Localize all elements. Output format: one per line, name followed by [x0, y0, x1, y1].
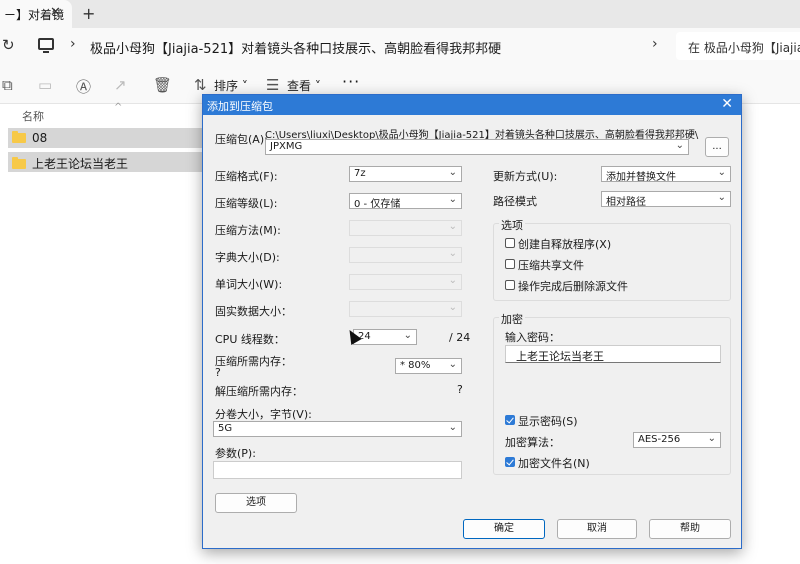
solid-select[interactable]: ⌄ — [349, 301, 462, 317]
dialog-title-bar: 添加到压缩包 ✕ — [203, 95, 741, 115]
mem-comp-select[interactable]: * 80% ⌄ — [395, 358, 462, 374]
sfx-label[interactable]: 创建自释放程序(X) — [518, 236, 611, 252]
update-label: 更新方式(U): — [493, 170, 558, 183]
format-select[interactable]: 7z ⌄ — [349, 166, 462, 182]
show-password-label[interactable]: 显示密码(S) — [518, 413, 578, 429]
volume-label: 分卷大小，字节(V): — [215, 408, 312, 421]
chevron-down-icon: ⌄ — [448, 248, 457, 259]
show-password-checkbox[interactable] — [505, 415, 515, 425]
delete-icon[interactable]: 🗑 — [153, 76, 172, 94]
level-label: 压缩等级(L): — [215, 197, 278, 210]
pathmode-label: 路径模式 — [493, 195, 537, 208]
browse-button[interactable]: ... — [705, 137, 729, 157]
sfx-checkbox[interactable] — [505, 238, 515, 248]
address-bar: ↻ › 极品小母狗【Jiajia-521】对着镜头各种口技展示、高朝脸看得我邦邦… — [0, 28, 800, 64]
address-path[interactable]: 极品小母狗【Jiajia-521】对着镜头各种口技展示、高朝脸看得我邦邦硬 — [90, 38, 501, 57]
chevron-right-icon[interactable]: › — [652, 36, 658, 52]
encrypt-names-checkbox[interactable] — [505, 457, 515, 467]
computer-icon[interactable] — [38, 38, 54, 53]
delete-source-label[interactable]: 操作完成后删除源文件 — [518, 278, 628, 294]
word-select[interactable]: ⌄ — [349, 274, 462, 290]
refresh-icon[interactable]: ↻ — [2, 36, 15, 54]
column-header-name[interactable]: 名称 — [22, 108, 44, 124]
mem-decomp-label: 解压缩所需内存： — [215, 385, 303, 398]
chevron-down-icon: ⌄ — [448, 302, 457, 313]
method-select[interactable]: ⌄ — [349, 220, 462, 236]
archive-name-combo[interactable]: JPXMG ⌄ — [265, 139, 689, 155]
options-group-title: 选项 — [499, 217, 525, 233]
sort-ascending-icon: ^ — [114, 102, 123, 113]
chevron-down-icon: ⌄ — [675, 140, 684, 151]
more-options-button[interactable]: ··· — [342, 72, 360, 91]
rename-icon[interactable]: Ⓐ — [76, 76, 91, 97]
params-label: 参数(P): — [215, 447, 256, 460]
list-item[interactable]: 08 — [8, 128, 208, 148]
tab-close-icon[interactable]: ✕ — [50, 5, 61, 20]
view-button[interactable]: 查看 ˅ — [287, 77, 321, 94]
dict-select[interactable]: ⌄ — [349, 247, 462, 263]
chevron-down-icon: ⌄ — [448, 422, 457, 433]
folder-icon — [12, 131, 26, 143]
encrypt-names-label[interactable]: 加密文件名(N) — [518, 455, 590, 471]
params-input[interactable] — [213, 461, 462, 479]
solid-label: 固实数据大小： — [215, 305, 292, 318]
dict-label: 字典大小(D): — [215, 251, 280, 264]
tab-folder[interactable]: ㄧ】对着镜 ✕ — [0, 0, 72, 28]
enc-method-label: 加密算法： — [505, 436, 560, 449]
tab-bar: ㄧ】对着镜 ✕ + — [0, 0, 800, 28]
password-label: 输入密码： — [505, 331, 560, 344]
folder-icon — [12, 157, 26, 169]
archive-label: 压缩包(A): — [215, 133, 268, 146]
chevron-down-icon: ⌄ — [448, 194, 457, 205]
mem-decomp-value: ? — [457, 383, 463, 396]
mem-comp-label: 压缩所需内存： — [215, 355, 292, 368]
new-tab-icon[interactable]: + — [82, 4, 95, 23]
chevron-down-icon: ⌄ — [707, 433, 716, 444]
cpu-select[interactable]: 24 ⌄ — [353, 329, 417, 345]
chevron-down-icon: ⌄ — [448, 221, 457, 232]
chevron-down-icon: ⌄ — [448, 167, 457, 178]
options-button[interactable]: 选项 — [215, 493, 297, 513]
chevron-down-icon: ⌄ — [717, 167, 726, 178]
enc-method-select[interactable]: AES-256 ⌄ — [633, 432, 721, 448]
level-select[interactable]: 0 - 仅存储 ⌄ — [349, 193, 462, 209]
ok-button[interactable]: 确定 — [463, 519, 545, 539]
share-icon[interactable]: ↗ — [114, 76, 127, 94]
add-to-archive-dialog: 添加到压缩包 ✕ 压缩包(A): C:\Users\liuxi\Desktop\… — [202, 94, 742, 549]
copy-icon[interactable]: ⧉ — [2, 76, 13, 94]
mem-comp-question: ? — [215, 366, 221, 379]
encryption-group-title: 加密 — [499, 311, 525, 327]
delete-source-checkbox[interactable] — [505, 280, 515, 290]
view-icon: ☰ — [266, 76, 280, 94]
shared-checkbox[interactable] — [505, 259, 515, 269]
help-button[interactable]: 帮助 — [649, 519, 731, 539]
sort-icon: ⇅ — [194, 76, 207, 94]
paste-icon[interactable]: ▭ — [38, 76, 52, 94]
chevron-down-icon: ⌄ — [448, 359, 457, 370]
method-label: 压缩方法(M): — [215, 224, 281, 237]
word-label: 单词大小(W): — [215, 278, 283, 291]
chevron-down-icon: ⌄ — [448, 275, 457, 286]
cancel-button[interactable]: 取消 — [557, 519, 637, 539]
chevron-down-icon: ⌄ — [403, 330, 412, 341]
password-input[interactable]: 上老王论坛当老王 — [505, 345, 721, 363]
cpu-total: / 24 — [449, 331, 471, 344]
search-input[interactable]: 在 极品小母狗【Jiajia-521 — [676, 32, 800, 60]
chevron-down-icon: ⌄ — [717, 192, 726, 203]
chevron-right-icon[interactable]: › — [70, 36, 76, 52]
shared-label[interactable]: 压缩共享文件 — [518, 257, 584, 273]
format-label: 压缩格式(F): — [215, 170, 278, 183]
close-icon[interactable]: ✕ — [721, 96, 733, 112]
update-select[interactable]: 添加并替换文件 ⌄ — [601, 166, 731, 182]
cpu-label: CPU 线程数： — [215, 333, 285, 346]
list-item[interactable]: 上老王论坛当老王 — [8, 152, 208, 172]
volume-combo[interactable]: 5G ⌄ — [213, 421, 462, 437]
dialog-title: 添加到压缩包 — [207, 100, 273, 113]
sort-button[interactable]: 排序 ˅ — [214, 77, 248, 94]
pathmode-select[interactable]: 相对路径 ⌄ — [601, 191, 731, 207]
